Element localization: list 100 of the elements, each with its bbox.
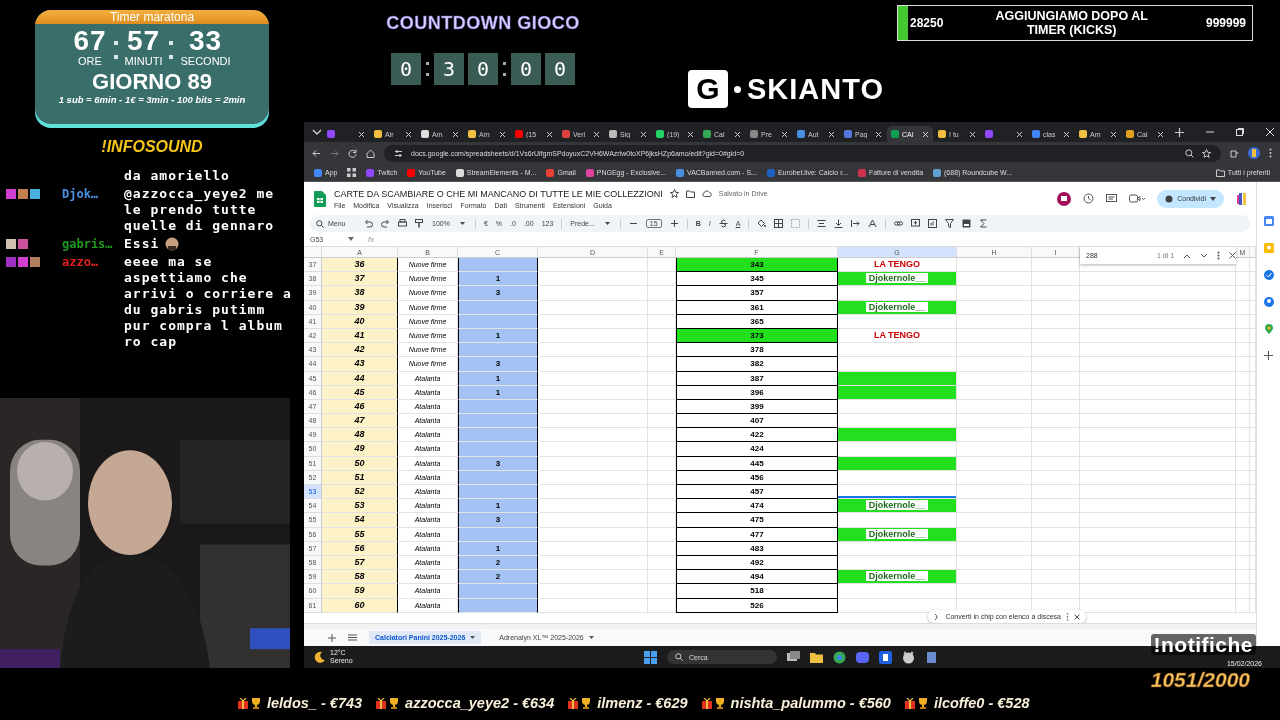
text-rotate-icon[interactable]	[868, 219, 878, 228]
redo-icon[interactable]	[381, 219, 390, 228]
recycle-bin-icon[interactable]	[925, 650, 938, 664]
table-cell	[648, 513, 676, 528]
close-icon[interactable]	[1229, 252, 1237, 259]
menu-icon[interactable]	[1269, 148, 1272, 158]
star-icon[interactable]	[669, 189, 679, 198]
new-tab-icon[interactable]	[1175, 127, 1184, 137]
strikethrough-icon[interactable]	[718, 219, 728, 228]
back-icon[interactable]	[312, 148, 321, 158]
calendar-icon[interactable]	[1263, 216, 1274, 226]
more-icon[interactable]	[1217, 251, 1221, 260]
add-icon[interactable]	[1264, 351, 1273, 360]
plus-icon[interactable]	[669, 219, 679, 228]
table-cell	[1236, 286, 1250, 301]
chat-message: Essi	[124, 236, 160, 252]
table-cell	[1032, 286, 1080, 301]
previous-icon[interactable]	[1183, 252, 1192, 259]
align-icon[interactable]	[817, 219, 827, 228]
table-cell	[648, 371, 676, 386]
table-cell-text: Djokernole__	[865, 273, 929, 284]
add-sheet-icon[interactable]	[328, 633, 336, 642]
r-app-icon[interactable]	[879, 650, 892, 664]
table-cell	[1032, 485, 1080, 500]
table-cell	[1236, 272, 1250, 287]
more-icon[interactable]	[1066, 612, 1069, 621]
restore-icon[interactable]	[1236, 128, 1244, 136]
trophy-icon	[714, 697, 725, 709]
next-icon[interactable]	[1200, 252, 1209, 259]
close-icon[interactable]	[1074, 613, 1080, 620]
table-cell: 378	[676, 343, 838, 358]
avatar-icon[interactable]	[1057, 191, 1072, 206]
tasks-icon[interactable]	[1263, 270, 1274, 280]
filter-icon[interactable]	[945, 219, 955, 228]
filter-views-icon[interactable]	[962, 219, 972, 228]
start-icon[interactable]	[644, 650, 657, 664]
reload-icon[interactable]	[348, 148, 357, 158]
trophy-icon	[251, 697, 261, 709]
merge-cells-icon[interactable]	[791, 219, 801, 228]
close-icon	[452, 130, 459, 138]
table-cell	[648, 527, 676, 542]
table-cell-text: LA TENGO	[873, 259, 921, 269]
browser-icon[interactable]	[833, 650, 846, 664]
table-cell: 59	[322, 584, 398, 599]
folder-icon[interactable]	[810, 650, 823, 664]
cat-app-icon[interactable]	[902, 650, 915, 664]
chat-message: @azzocca_yeye2 me le prendo tutte quelle di gennaro	[124, 186, 276, 234]
timer-title: Timer maratona	[35, 10, 269, 24]
task-view-icon[interactable]	[787, 650, 800, 664]
table-cell	[1236, 485, 1250, 500]
tab-search-icon[interactable]	[312, 128, 322, 136]
all-sheets-icon[interactable]	[348, 634, 357, 641]
table-cell: 52	[322, 485, 398, 500]
table-cell	[1236, 371, 1250, 386]
table-cell: 475	[676, 513, 838, 528]
home-icon[interactable]	[366, 148, 375, 158]
chat-app-icon[interactable]	[856, 650, 869, 664]
table-cell: 54	[322, 513, 398, 528]
borders-icon[interactable]	[774, 219, 784, 228]
undo-icon[interactable]	[364, 219, 373, 228]
moon-icon	[314, 651, 326, 663]
profile-icon[interactable]	[1248, 147, 1260, 159]
close-icon	[546, 130, 553, 138]
contacts-icon[interactable]	[1263, 297, 1274, 307]
minimize-icon[interactable]	[1206, 128, 1214, 136]
table-cell	[648, 343, 676, 358]
text-wrap-icon[interactable]	[851, 219, 861, 228]
forward-icon[interactable]	[330, 148, 339, 158]
maps-icon[interactable]	[1263, 324, 1274, 334]
history-icon[interactable]	[1083, 193, 1095, 204]
table-cell: 49	[322, 442, 398, 457]
table-cell	[1032, 399, 1080, 415]
zoom-icon[interactable]	[1185, 148, 1194, 158]
table-cell: 58	[322, 570, 398, 585]
table-cell	[1032, 527, 1080, 542]
vertical-align-icon[interactable]	[834, 219, 844, 228]
chart-icon[interactable]	[928, 219, 938, 228]
table-cell	[648, 286, 676, 301]
formula-label: fx	[368, 234, 375, 244]
table-cell: 3	[458, 513, 538, 528]
print-icon[interactable]	[398, 219, 407, 228]
move-folder-icon[interactable]	[685, 189, 695, 198]
comment-icon[interactable]	[1106, 193, 1118, 204]
close-icon	[499, 130, 506, 138]
logo-dot	[734, 85, 741, 93]
functions-icon[interactable]	[979, 219, 989, 228]
table-cell	[1032, 499, 1080, 514]
link-icon[interactable]	[894, 219, 904, 228]
caret-icon	[470, 636, 476, 639]
fill-color-icon[interactable]	[757, 219, 767, 228]
table-cell	[1236, 527, 1250, 542]
donation-entry: azzocca_yeye2 - €634	[405, 695, 555, 711]
caret-icon[interactable]	[457, 219, 467, 228]
insert-comment-icon[interactable]	[911, 219, 921, 228]
apps-icon[interactable]	[347, 168, 357, 177]
video-call-icon[interactable]	[1129, 194, 1146, 203]
timer-label: SECONDI	[180, 55, 231, 68]
extensions-icon[interactable]	[1230, 148, 1239, 158]
caret-icon[interactable]	[602, 219, 612, 228]
paint-format-icon[interactable]	[415, 219, 424, 228]
